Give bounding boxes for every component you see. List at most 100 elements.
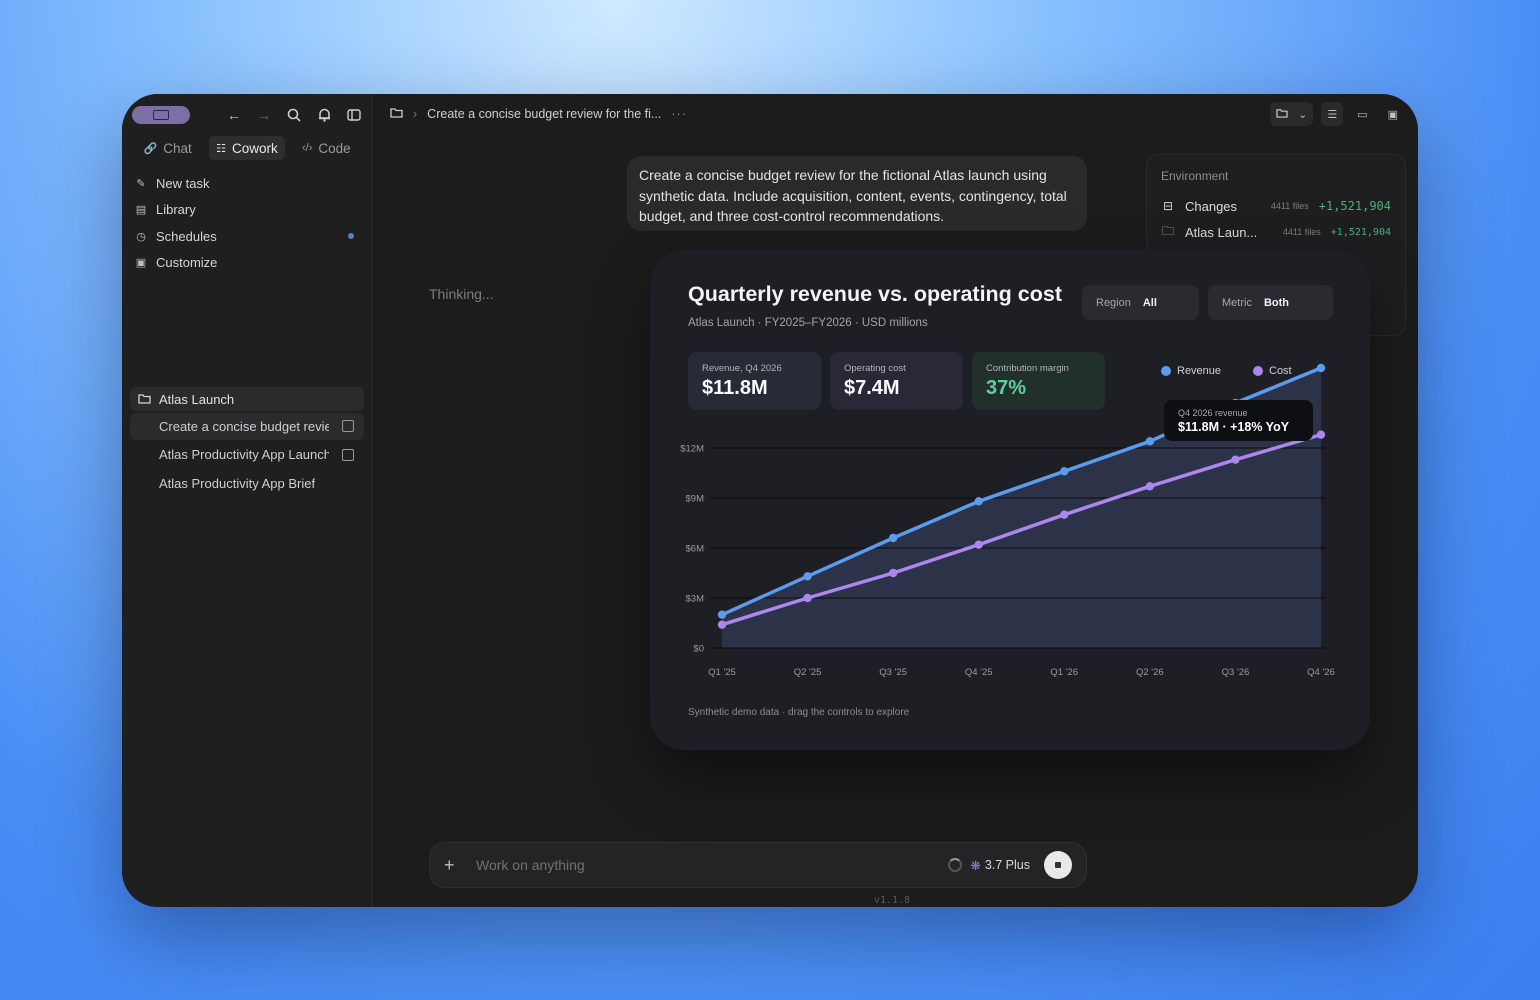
x-tick-label: Q4 '25 [965,667,993,678]
breadcrumb: › Create a concise budget review for the… [390,107,687,121]
x-tick-label: Q1 '26 [1050,667,1078,678]
sidebar-item-label: Library [156,202,196,218]
metric-select-label: Metric [1222,296,1252,309]
revenue-point [1145,437,1155,446]
kpi-value: $11.8M [702,377,768,399]
chart-tooltip: Q4 2026 revenue $11.8M · +18% YoY [1164,400,1313,441]
tab-label: Cowork [232,140,278,156]
chevron-down-icon: ⌄ [1298,108,1308,121]
chart-card: $0 $3M $6M $9M $12M Q1 '25 Q2 '25 Q3 '25 Q4 '25 Q… [650,250,1370,750]
folder-icon[interactable] [390,107,403,121]
diff-icon: ⊟ [1162,199,1174,213]
tasks-panel-button[interactable]: ☰ [1321,102,1344,126]
window-icon [153,110,169,120]
tab-code[interactable]: ‹/› Code [289,136,364,160]
project-header[interactable]: Atlas Launch [130,387,364,411]
y-tick-label: $3M [686,594,705,605]
line-delta: +1,521,904 [1318,199,1391,213]
sidebar-menu: ✎ New task ▤ Library ◷ Schedules ▣ Customize [134,170,360,276]
legend-cost[interactable]: Cost [1253,365,1292,377]
tooltip-label: Q4 2026 revenue [1178,408,1248,418]
more-options-button[interactable]: ··· [671,107,687,121]
back-arrow-icon[interactable]: ← [226,107,242,123]
kpi-revenue: Revenue, Q4 2026 $11.8M [688,352,821,410]
add-attachment-button[interactable]: + [444,855,458,876]
kpi-value: $7.4M [844,377,900,399]
sidebar-item-schedules[interactable]: ◷ Schedules [134,223,360,250]
sidebar-item-new-task[interactable]: ✎ New task [134,170,360,197]
grid-icon: ☷ [216,142,227,155]
revenue-point [717,610,727,619]
cost-point [1231,455,1240,464]
cost-point [1145,482,1155,491]
forward-arrow-icon[interactable]: → [256,107,272,123]
chart-title: Quarterly revenue vs. operating cost [688,282,1062,306]
revenue-point [974,497,983,506]
sidebar-toggle-icon[interactable] [346,107,362,123]
task-checkbox[interactable] [342,420,354,433]
revenue-point [1060,467,1069,476]
project-group: Atlas Launch Create a concise budget rev… [130,387,364,497]
legend-revenue[interactable]: Revenue [1161,365,1221,377]
sidebar-item-customize[interactable]: ▣ Customize [134,250,360,277]
sidebar-toolbar: ← → [132,104,362,126]
kpi-label: Contribution margin [986,363,1069,374]
environment-row-changes[interactable]: ⊟ Changes 4411 files +1,521,904 [1161,193,1391,219]
edit-icon: ✎ [136,177,146,190]
code-icon: ‹/› [301,142,313,154]
folder-dropdown[interactable]: ⌄ [1270,102,1314,126]
bell-icon[interactable] [316,107,332,123]
kpi-margin: Contribution margin 37% [972,352,1105,410]
tab-label: Chat [163,140,192,156]
x-tick-label: Q2 '25 [794,667,822,678]
environment-row-label: Changes [1185,198,1238,214]
clock-icon: ◷ [136,230,146,243]
legend-label: Revenue [1177,365,1222,377]
panel-toggle-button[interactable]: ▣ [1382,102,1404,126]
version-label: v1.1.8 [874,895,911,906]
line-delta: +1,521,904 [1330,226,1391,238]
user-message: Create a concise budget review for the f… [627,156,1087,231]
kpi-label: Revenue, Q4 2026 [702,363,782,374]
cost-point [717,620,727,629]
y-tick-label: $9M [686,494,705,505]
kpi-operating-cost: Operating cost $7.4M [830,352,963,410]
environment-title: Environment [1161,169,1229,183]
revenue-point [803,572,812,581]
model-selector[interactable]: ❋ 3.7 Plus [970,858,1030,873]
region-select-value: All [1142,296,1157,309]
search-icon[interactable] [286,107,302,123]
sidebar-item-library[interactable]: ▤ Library [134,197,360,224]
notification-dot [348,233,354,240]
kpi-label: Operating cost [844,363,906,374]
tab-cowork[interactable]: ☷ Cowork [209,136,285,160]
briefcase-icon: ▣ [135,257,147,270]
cost-point [1316,430,1326,439]
thinking-status: Thinking... [429,286,494,302]
task-item[interactable]: Atlas Productivity App Launch [130,442,364,469]
task-checkbox[interactable] [342,448,354,461]
breadcrumb-title[interactable]: Create a concise budget review for the f… [427,107,661,121]
environment-row-folder[interactable]: 🗀 Atlas Laun... 4411 files +1,521,904 [1161,219,1391,245]
tab-label: Code [318,140,351,156]
task-item-label: Create a concise budget review for the f… [159,418,329,434]
app-logo-button[interactable] [132,106,190,124]
x-tick-label: Q4 '26 [1307,667,1335,678]
region-select[interactable]: Region All [1082,285,1199,320]
region-select-label: Region [1096,296,1131,309]
sidebar: ← → 🔗 Chat ☷ Cowork ‹/› Code ✎ New task ▤ Lib… [122,94,373,907]
task-item[interactable]: Atlas Productivity App Brief [130,470,364,497]
metric-select-value: Both [1263,296,1289,309]
cost-point [974,540,983,549]
tab-chat[interactable]: 🔗 Chat [130,136,205,160]
folder-icon [138,392,151,407]
sidebar-item-label: Schedules [156,228,217,244]
terminal-button[interactable]: ▭ [1351,102,1373,126]
stop-button[interactable] [1044,851,1072,879]
legend-label: Cost [1269,365,1292,377]
terminal-icon: ▭ [1357,108,1368,121]
prompt-input[interactable]: Work on anything [476,857,948,873]
chevron-right-icon: › [413,107,418,121]
task-item[interactable]: Create a concise budget review for the f… [130,413,364,440]
metric-select[interactable]: Metric Both [1208,285,1333,320]
